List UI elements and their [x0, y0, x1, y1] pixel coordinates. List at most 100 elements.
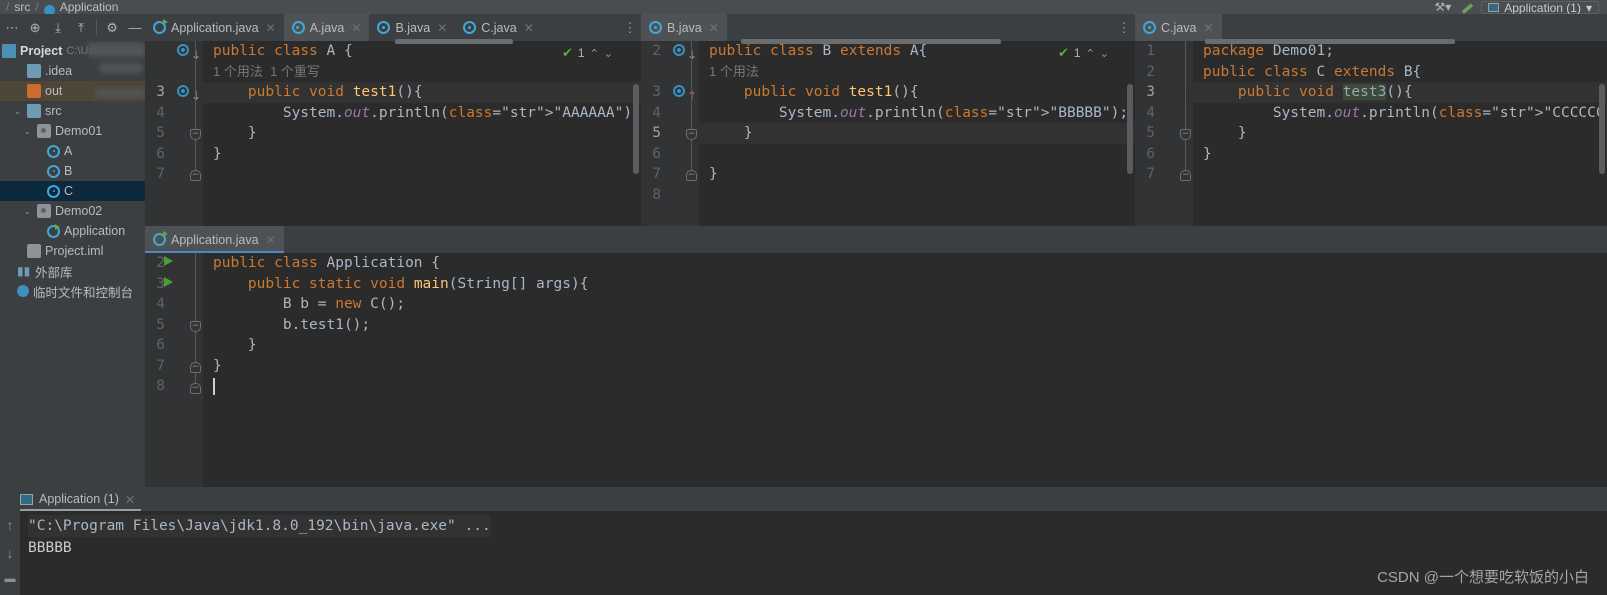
- expand-all-icon[interactable]: ⤓: [48, 17, 68, 38]
- fold-end-icon[interactable]: −: [190, 362, 201, 373]
- chevron-down-icon[interactable]: ⌄: [22, 127, 33, 136]
- locate-file-icon[interactable]: ⊕: [25, 17, 45, 38]
- previous-problem-icon[interactable]: ⌃: [1086, 47, 1095, 60]
- code-area[interactable]: 1 2 3 4 5 6 7− − package Demo01; public class C e…: [1135, 41, 1607, 226]
- overriding-method-icon[interactable]: ↑: [673, 85, 697, 103]
- console-tab-application[interactable]: Application (1) ✕: [20, 487, 142, 511]
- code-area[interactable]: 2 3 4 5 6 7 8− − − public class Application { pub…: [145, 253, 1607, 487]
- collapse-all-icon[interactable]: ⤒: [71, 17, 91, 38]
- code-lines[interactable]: public class B extends A{1 个用法 public vo…: [699, 41, 1135, 226]
- hammer-icon[interactable]: ⚒▾: [1434, 0, 1451, 14]
- run-class-icon[interactable]: [164, 256, 173, 266]
- fold-end-icon[interactable]: −: [190, 383, 201, 394]
- fold-column[interactable]: − −: [189, 41, 203, 226]
- close-icon[interactable]: ✕: [266, 233, 276, 247]
- editor-tab-overflow-icon[interactable]: ⋮: [1113, 14, 1135, 41]
- editor-tab-application-java[interactable]: Application.java ✕: [145, 226, 284, 253]
- chevron-down-icon[interactable]: ⌄: [22, 207, 33, 216]
- fold-column[interactable]: − − −: [189, 253, 203, 487]
- fold-guide-line: [691, 140, 692, 170]
- fold-start-icon[interactable]: −: [190, 129, 201, 140]
- tree-item-Application[interactable]: Application: [0, 221, 145, 241]
- console-output[interactable]: ↑ ↓ ▬ "C:\Program Files\Java\jdk1.8.0_19…: [0, 511, 1607, 595]
- next-problem-icon[interactable]: ⌄: [604, 47, 613, 60]
- fold-column[interactable]: − −: [1179, 41, 1193, 226]
- inspection-widget[interactable]: ✔ 1 ⌃ ⌄: [562, 45, 613, 61]
- editor-gutter[interactable]: 2 3 4 5 6 7 8− − −: [145, 253, 203, 487]
- breadcrumb-item-application[interactable]: Application: [60, 0, 119, 14]
- settings-gear-icon[interactable]: ⚙: [102, 17, 122, 38]
- next-problem-icon[interactable]: ⌄: [1100, 47, 1109, 60]
- code-lines[interactable]: public class A {1 个用法 1 个重写 public void …: [203, 41, 641, 226]
- tree-item-[interactable]: ▮▮ 外部库: [0, 261, 145, 281]
- tree-item-label: C: [64, 184, 74, 198]
- tree-item-C[interactable]: C: [0, 181, 145, 201]
- console-line-command: "C:\Program Files\Java\jdk1.8.0_192\bin\…: [28, 515, 491, 537]
- code-lines[interactable]: public class Application { public static…: [203, 253, 1607, 487]
- scroll-up-icon[interactable]: ↑: [7, 517, 14, 533]
- wrench-icon[interactable]: ▬: [1457, 0, 1475, 14]
- editor-gutter[interactable]: 3 4 5 6 7 ↓ ↓ − −: [145, 41, 203, 226]
- soft-wrap-icon[interactable]: ▬: [5, 573, 16, 585]
- run-method-icon[interactable]: [164, 277, 173, 287]
- console-side-toolbar: ↑ ↓ ▬: [0, 511, 20, 595]
- fold-start-icon[interactable]: −: [1180, 129, 1191, 140]
- editor-vertical-scrollbar[interactable]: [1599, 84, 1605, 174]
- more-options-icon[interactable]: ⋯: [2, 17, 22, 38]
- close-icon[interactable]: ✕: [1203, 21, 1213, 35]
- code-area[interactable]: 3 4 5 6 7 ↓ ↓ − − public class A {1 个用法 1 个重写 pub…: [145, 41, 641, 226]
- fold-column[interactable]: − −: [685, 41, 699, 226]
- tree-item-label: Demo01: [55, 124, 103, 138]
- class-icon: [1143, 21, 1156, 34]
- editor-horizontal-scrollbar[interactable]: [741, 39, 1001, 44]
- editor-tab-overflow-icon[interactable]: ⋮: [619, 14, 641, 41]
- editor-tab-c-java[interactable]: C.java ✕: [1135, 14, 1222, 41]
- inspection-widget[interactable]: ✔ 1 ⌃ ⌄: [1058, 45, 1109, 61]
- close-icon[interactable]: ✕: [351, 21, 361, 35]
- console-tab-label: Application (1): [39, 492, 119, 506]
- run-configuration-selector[interactable]: Application (1) ▾: [1481, 1, 1599, 14]
- editor-tabbar: Application.java ✕: [145, 226, 1607, 253]
- close-icon[interactable]: ✕: [709, 21, 719, 35]
- tree-item-A[interactable]: A: [0, 141, 145, 161]
- close-icon[interactable]: ✕: [125, 492, 135, 507]
- code-lines[interactable]: package Demo01; public class C extends B{…: [1193, 41, 1607, 226]
- editor-gutter[interactable]: 2 3 4 5 6 7 8 ↓ ↑ − −: [641, 41, 699, 226]
- breadcrumb-item-src[interactable]: src: [14, 0, 30, 14]
- tree-item-Demo02[interactable]: ⌄ Demo02: [0, 201, 145, 221]
- editor-gutter[interactable]: 1 2 3 4 5 6 7− −: [1135, 41, 1193, 226]
- close-icon[interactable]: ✕: [524, 21, 534, 35]
- editor-tab-a-java[interactable]: A.java ✕: [283, 14, 370, 41]
- implemented-method-icon[interactable]: ↓: [673, 44, 697, 62]
- editor-tab-c-java[interactable]: C.java ✕: [455, 14, 542, 41]
- hide-panel-icon[interactable]: —: [125, 17, 145, 38]
- code-area[interactable]: 2 3 4 5 6 7 8 ↓ ↑ − − public class B extends A{1 个用…: [641, 41, 1135, 226]
- editor-horizontal-scrollbar[interactable]: [395, 39, 513, 44]
- fold-start-icon[interactable]: −: [686, 129, 697, 140]
- close-icon[interactable]: ✕: [266, 21, 276, 35]
- scroll-down-icon[interactable]: ↓: [7, 545, 14, 561]
- tree-item-Demo01[interactable]: ⌄ Demo01: [0, 121, 145, 141]
- tree-item-src[interactable]: ⌄ src: [0, 101, 145, 121]
- chevron-down-icon[interactable]: ⌄: [12, 107, 23, 116]
- editor-vertical-scrollbar[interactable]: [633, 84, 639, 174]
- tree-item-B[interactable]: B: [0, 161, 145, 181]
- tree-item-[interactable]: 临时文件和控制台: [0, 281, 145, 301]
- fold-start-icon[interactable]: −: [190, 321, 201, 332]
- project-tree[interactable]: Project C:\Us .idea out ⌄ src ⌄ Demo01 A B C ⌄ Dem…: [0, 41, 145, 487]
- editor-vertical-scrollbar[interactable]: [1127, 84, 1133, 174]
- editor-tab-b-java[interactable]: B.java ✕: [641, 14, 727, 41]
- implemented-method-icon[interactable]: ↓: [177, 85, 201, 103]
- previous-problem-icon[interactable]: ⌃: [590, 47, 599, 60]
- editor-horizontal-scrollbar[interactable]: [1205, 39, 1455, 44]
- fold-end-icon[interactable]: −: [686, 170, 697, 181]
- editor-tab-application-java[interactable]: Application.java ✕: [145, 14, 284, 41]
- fold-end-icon[interactable]: −: [190, 170, 201, 181]
- close-icon[interactable]: ✕: [437, 21, 447, 35]
- tree-item-Projectiml[interactable]: Project.iml: [0, 241, 145, 261]
- implemented-method-icon[interactable]: ↓: [177, 44, 201, 62]
- fold-end-icon[interactable]: −: [1180, 170, 1191, 181]
- editor-tab-b-java[interactable]: B.java ✕: [369, 14, 455, 41]
